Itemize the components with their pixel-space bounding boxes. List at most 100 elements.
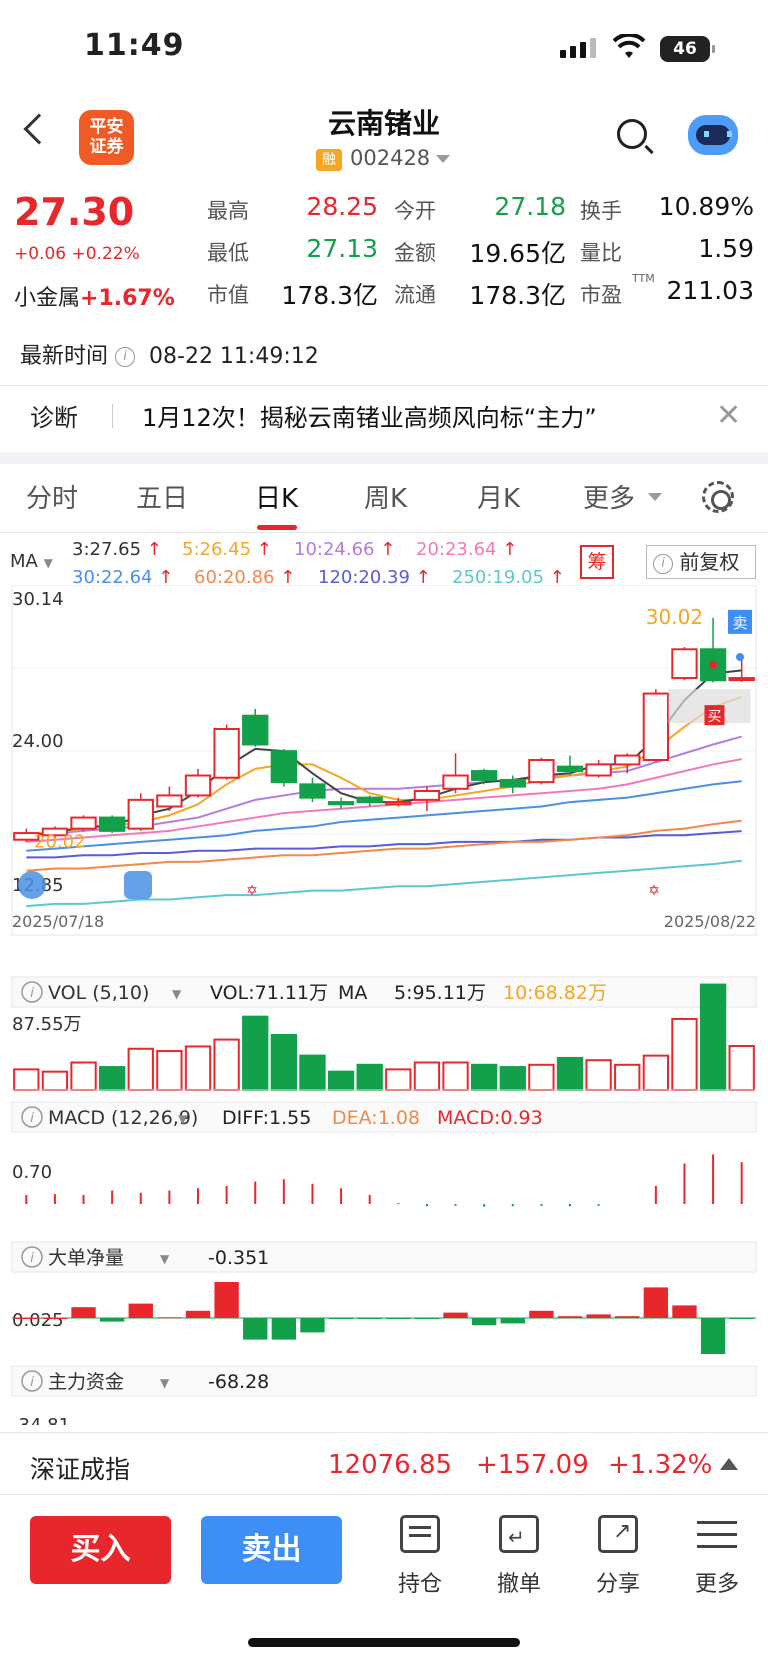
arrow-up-icon: ↑	[374, 539, 396, 560]
gear-icon[interactable]	[702, 481, 734, 513]
volume-ma-label: MA	[338, 982, 367, 1004]
diagnosis-label: 诊断	[30, 404, 78, 432]
tab-4[interactable]: 月K	[477, 478, 520, 515]
search-icon[interactable]	[617, 119, 647, 149]
volume-bar	[70, 1061, 97, 1091]
chevron-down-icon: ▼	[178, 1112, 188, 1126]
assistant-robot-icon[interactable]	[688, 115, 738, 155]
field-label: 换手	[580, 199, 622, 223]
ttm-label: TTM	[632, 272, 655, 285]
chevron-down-icon[interactable]	[436, 155, 450, 163]
tab-2[interactable]: 日K	[255, 478, 298, 515]
field-value: 28.25	[306, 192, 378, 221]
adjust-mode-label: 前复权	[679, 550, 740, 574]
ma-selector[interactable]: MA ▼	[10, 551, 53, 572]
divider	[0, 1494, 768, 1495]
big-order-bar	[42, 1318, 68, 1319]
chip-distribution-button[interactable]: 筹	[580, 545, 614, 579]
chevron-up-icon[interactable]	[720, 1458, 738, 1470]
volume-bar	[242, 1015, 269, 1091]
field-label: 量比	[580, 241, 622, 265]
share-icon[interactable]: ↗	[598, 1515, 638, 1553]
footer-more-label[interactable]: 更多	[677, 1566, 757, 1598]
candle-body	[614, 754, 641, 766]
macd-value: MACD:0.93	[437, 1107, 543, 1129]
more-icon[interactable]	[697, 1517, 737, 1557]
axis-top-label: 30.14	[12, 589, 64, 610]
max-price-label: 30.02	[646, 605, 703, 629]
footer-cancel-label[interactable]: 撤单	[479, 1566, 559, 1598]
sell-tag-text: 卖	[732, 614, 747, 632]
arrow-up-icon: ↑	[251, 539, 272, 560]
big-order-bar	[643, 1287, 669, 1318]
start-price-label: 20.02	[34, 832, 86, 853]
info-icon[interactable]: i	[115, 347, 136, 367]
footer-holdings-label[interactable]: 持仓	[380, 1566, 460, 1598]
holdings-icon[interactable]	[400, 1515, 440, 1553]
volume-bar	[41, 1070, 69, 1091]
sector-change[interactable]: 小金属+1.67%	[14, 280, 175, 312]
cancel-order-icon[interactable]: ↵	[499, 1515, 539, 1553]
volume-bar	[127, 1047, 154, 1091]
big-order-bar	[357, 1318, 382, 1320]
volume-bar	[213, 1038, 240, 1092]
volume-bar	[585, 1059, 612, 1092]
tab-0[interactable]: 分时	[26, 478, 78, 515]
big-order-ref-label: 0.025	[12, 1310, 64, 1331]
macd-ref-label: 0.70	[12, 1162, 52, 1183]
update-label: 最新时间	[20, 344, 109, 369]
big-order-bar	[243, 1318, 268, 1340]
sell-button[interactable]: 卖出	[201, 1516, 342, 1584]
main-fund-title: 主力资金	[48, 1371, 124, 1393]
index-name[interactable]: 深证成指	[30, 1450, 130, 1486]
index-pct: +1.32%	[608, 1450, 713, 1480]
big-order-bar	[672, 1305, 697, 1318]
big-order-bar	[414, 1318, 440, 1320]
ma-value: 5:26.45 ↑	[182, 539, 272, 560]
adjust-mode-button[interactable]: i 前复权	[646, 545, 756, 579]
volume-bar	[156, 1050, 183, 1091]
fullscreen-icon	[124, 871, 152, 899]
tab-5[interactable]: 更多	[583, 478, 635, 515]
volume-bar	[470, 1063, 498, 1091]
volume-bar	[184, 1045, 212, 1092]
axis-mid-label: 24.00	[12, 731, 64, 752]
big-order-bar	[729, 1318, 754, 1320]
candle-body	[642, 692, 670, 761]
close-icon[interactable]: ✕	[716, 398, 741, 433]
info-icon: i	[30, 986, 34, 1001]
volume-ma10: 10:68.82万	[503, 982, 607, 1004]
arrow-up-icon: ↑	[141, 539, 162, 560]
index-change: +157.09	[476, 1450, 589, 1480]
sector-name: 小金属	[14, 286, 81, 311]
tab-1[interactable]: 五日	[136, 478, 188, 515]
buy-button[interactable]: 买入	[30, 1516, 171, 1584]
big-order-bar	[185, 1310, 211, 1318]
home-indicator	[248, 1638, 520, 1647]
candle-body	[299, 783, 326, 799]
ma-value-text: 5:26.45	[182, 539, 252, 560]
field-value: 178.3亿	[469, 281, 566, 310]
divider	[112, 404, 113, 428]
candle-body	[413, 790, 441, 801]
chevron-down-icon: ▼	[160, 1252, 170, 1266]
ma-value-text: 3:27.65	[72, 539, 142, 560]
main-fund-value: -68.28	[208, 1371, 269, 1393]
index-value: 12076.85	[328, 1450, 453, 1480]
stock-code[interactable]: 002428	[350, 146, 430, 170]
field-value: 1.59	[698, 234, 754, 263]
x-start-date: 2025/07/18	[12, 912, 104, 931]
candle-body	[728, 677, 755, 682]
volume-ma5: 5:95.11万	[394, 982, 486, 1004]
field-label: 市值	[207, 283, 249, 307]
field-label: 最低	[207, 241, 249, 265]
kline-chart[interactable]: 30.1424.0012.8520.0230.02卖买✡✡2025/07/182…	[0, 585, 768, 1425]
main-fund-ref-label: -34.81	[12, 1415, 70, 1425]
diagnosis-text[interactable]: 1月12次！揭秘云南锗业高频风向标“主力”	[142, 398, 597, 433]
big-order-bar	[443, 1312, 468, 1318]
footer-share-label[interactable]: 分享	[578, 1566, 658, 1598]
candle-body	[470, 770, 498, 781]
candle-body	[385, 801, 412, 806]
update-time-row: 最新时间 i 08-22 11:49:12	[20, 338, 319, 370]
tab-3[interactable]: 周K	[364, 478, 407, 515]
